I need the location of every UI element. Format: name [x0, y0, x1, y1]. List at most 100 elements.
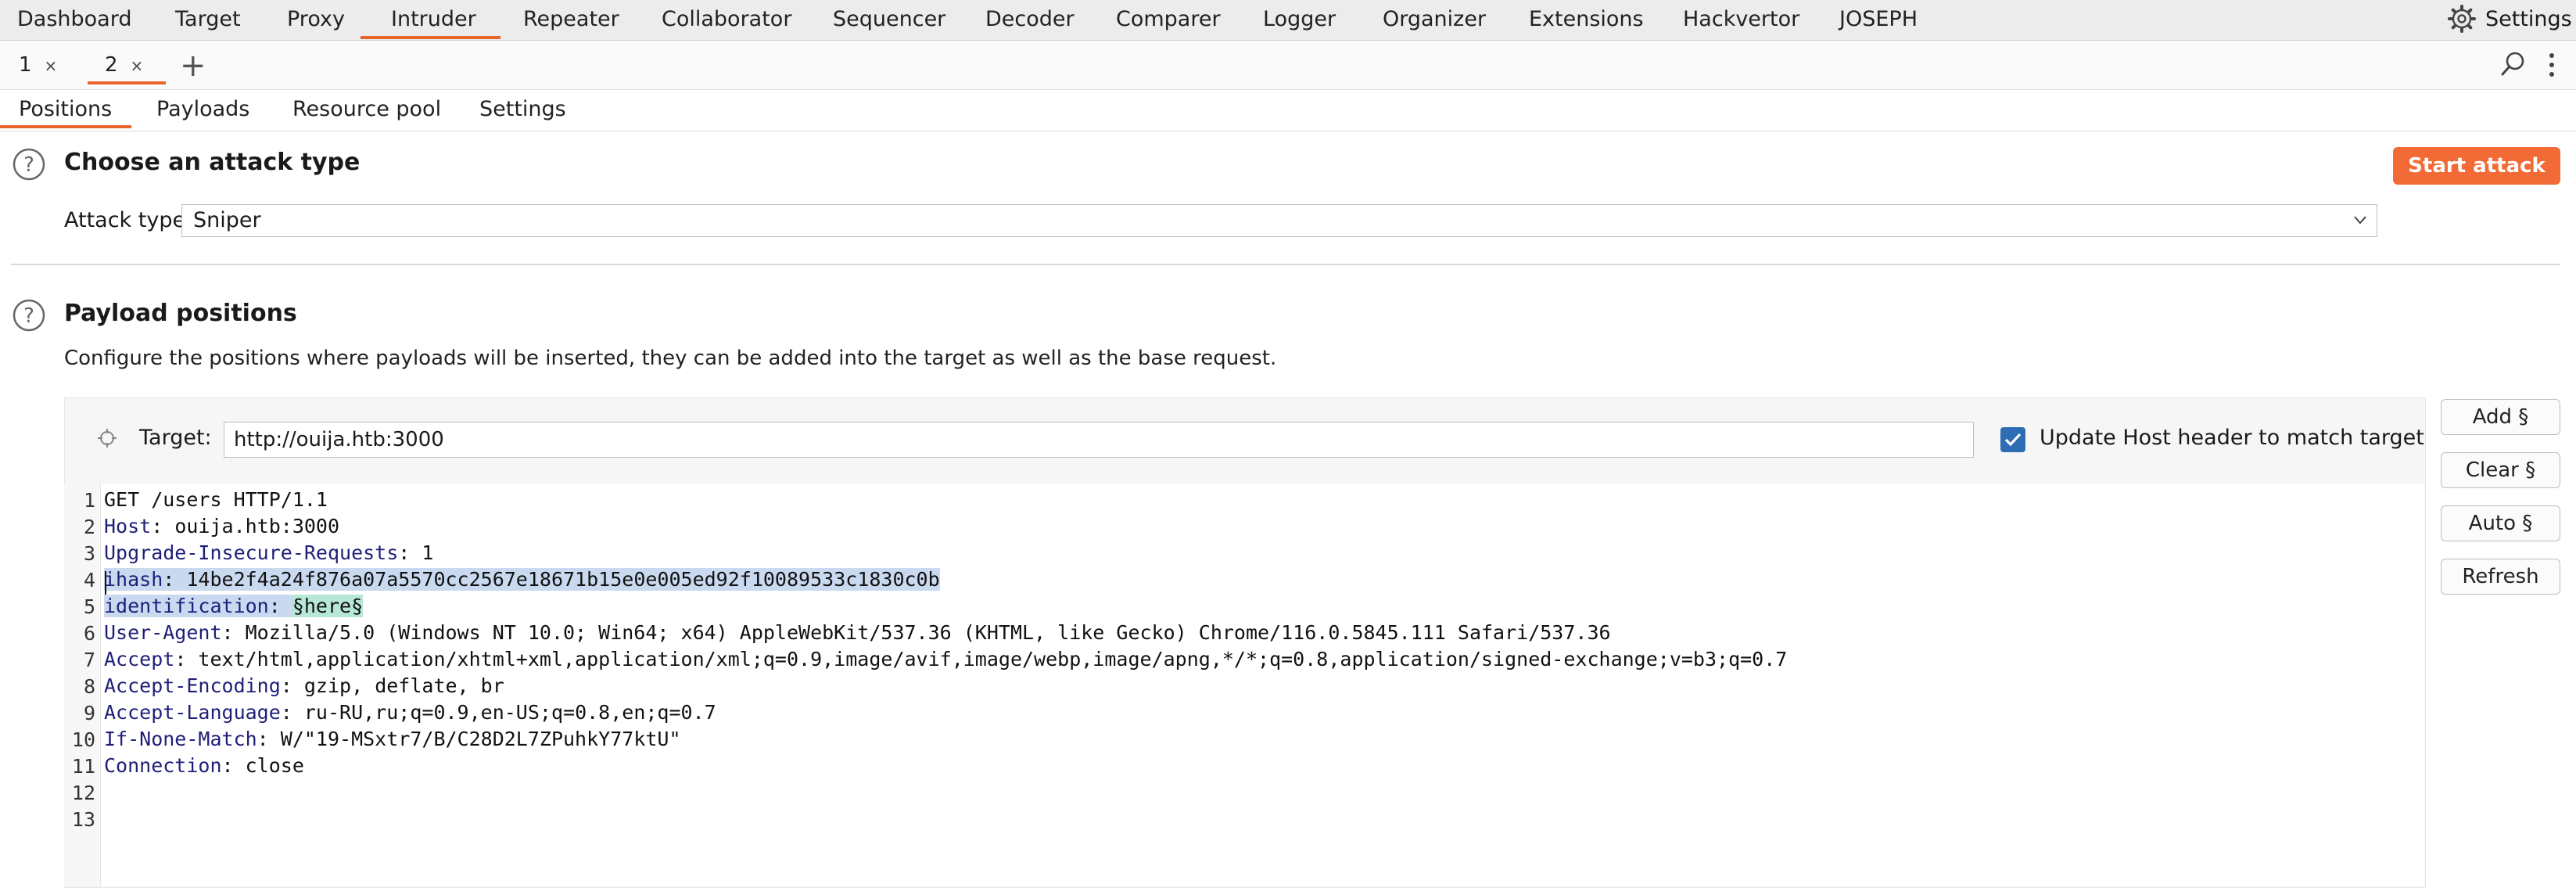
header-name: identification	[104, 595, 269, 617]
svg-text:?: ?	[23, 304, 34, 328]
menu-proxy[interactable]: Proxy	[287, 0, 345, 38]
header-name: Accept-Encoding	[104, 674, 281, 697]
attack-type-select[interactable]: Sniper	[181, 204, 2377, 237]
line-number: 3	[83, 542, 95, 565]
start-attack-button[interactable]: Start attack	[2393, 147, 2560, 185]
request-line: Accept-Encoding: gzip, deflate, br	[104, 673, 504, 699]
attack-type-value: Sniper	[193, 208, 261, 232]
line-number: 1	[83, 489, 95, 512]
auto-markers-button[interactable]: Auto §	[2441, 505, 2560, 541]
tab-label: 1	[19, 53, 32, 77]
line-number: 11	[71, 755, 95, 778]
request-line: identification: §here§	[104, 593, 364, 620]
attack-type-title: Choose an attack type	[64, 149, 361, 176]
menu-repeater[interactable]: Repeater	[523, 0, 619, 38]
subtab-positions[interactable]: Positions	[19, 90, 112, 129]
menu-comparer[interactable]: Comparer	[1116, 0, 1221, 38]
line-number: 10	[71, 728, 95, 751]
request-line: ihash: 14be2f4a24f876a07a5570cc2567e1867…	[104, 566, 940, 593]
line-number: 12	[71, 782, 95, 804]
request-line: Accept-Language: ru-RU,ru;q=0.9,en-US;q=…	[104, 699, 716, 726]
header-value: : Mozilla/5.0 (Windows NT 10.0; Win64; x…	[221, 621, 1611, 644]
menu-extensions[interactable]: Extensions	[1529, 0, 1644, 38]
close-icon[interactable]: ×	[131, 56, 144, 75]
payload-marker[interactable]: §here§	[292, 595, 364, 617]
tab-1[interactable]: 1 ×	[19, 49, 57, 81]
menu-decoder[interactable]: Decoder	[985, 0, 1075, 38]
line-number: 6	[83, 622, 95, 645]
menu-collaborator[interactable]: Collaborator	[662, 0, 791, 38]
line-number: 2	[83, 516, 95, 538]
crosshair-icon	[98, 429, 117, 448]
subtab-settings[interactable]: Settings	[479, 90, 566, 129]
menu-hackvertor[interactable]: Hackvertor	[1683, 0, 1799, 38]
request-line: If-None-Match: W/"19-MSxtr7/B/C28D2L7ZPu…	[104, 726, 681, 753]
refresh-button[interactable]: Refresh	[2441, 559, 2560, 595]
text-caret	[105, 571, 106, 595]
header-value: : close	[221, 754, 304, 777]
menu-dashboard[interactable]: Dashboard	[17, 0, 131, 38]
header-name: Accept-Language	[104, 701, 281, 724]
chevron-down-icon	[2354, 216, 2366, 225]
header-value: : ru-RU,ru;q=0.9,en-US;q=0.8,en;q=0.7	[280, 701, 716, 724]
request-line: Host: ouija.htb:3000	[104, 513, 339, 540]
close-icon[interactable]: ×	[45, 56, 58, 75]
svg-text:?: ?	[23, 153, 34, 177]
active-tab-indicator	[88, 81, 166, 84]
header-name: Connection	[104, 754, 222, 777]
more-options-icon[interactable]	[2546, 52, 2557, 78]
subtab-resource-pool[interactable]: Resource pool	[292, 90, 441, 129]
menu-target[interactable]: Target	[175, 0, 241, 38]
gear-icon[interactable]	[2448, 5, 2476, 33]
attack-type-label: Attack type:	[64, 208, 193, 232]
header-value: : text/html,application/xhtml+xml,applic…	[174, 648, 1788, 670]
target-input[interactable]: http://ouija.htb:3000	[224, 422, 1974, 458]
payload-positions-description: Configure the positions where payloads w…	[64, 347, 1277, 370]
header-value: : 14be2f4a24f876a07a5570cc2567e18671b15e…	[163, 568, 940, 591]
request-line: Connection: close	[104, 753, 304, 779]
header-value: :	[268, 595, 292, 617]
settings-label[interactable]: Settings	[2485, 0, 2572, 38]
request-line: User-Agent: Mozilla/5.0 (Windows NT 10.0…	[104, 620, 1611, 646]
tab-2[interactable]: 2 ×	[105, 49, 143, 81]
menu-intruder[interactable]: Intruder	[391, 0, 476, 38]
add-marker-button[interactable]: Add §	[2441, 399, 2560, 435]
active-subtab-indicator	[0, 125, 131, 128]
active-menu-indicator	[361, 36, 500, 39]
line-number: 13	[71, 808, 95, 831]
header-name: ihash	[104, 568, 163, 591]
tab-bar	[0, 41, 2576, 90]
target-input-value: http://ouija.htb:3000	[234, 428, 444, 451]
header-name: User-Agent	[104, 621, 222, 644]
line-number: 8	[83, 675, 95, 698]
header-value: : 1	[398, 541, 434, 564]
help-icon[interactable]: ?	[13, 148, 45, 181]
menu-organizer[interactable]: Organizer	[1383, 0, 1486, 38]
search-icon[interactable]	[2499, 50, 2528, 78]
menu-sequencer[interactable]: Sequencer	[833, 0, 945, 38]
payload-positions-title: Payload positions	[64, 300, 297, 327]
subtab-payloads[interactable]: Payloads	[156, 90, 249, 129]
header-value: : gzip, deflate, br	[280, 674, 504, 697]
checkmark-icon	[2004, 433, 2022, 447]
header-name: Host	[104, 515, 152, 537]
line-number: 9	[83, 702, 95, 724]
update-host-label[interactable]: Update Host header to match target	[2040, 426, 2424, 450]
menu-joseph[interactable]: JOSEPH	[1839, 0, 1918, 38]
request-line: GET /users HTTP/1.1	[104, 487, 328, 513]
line-number: 7	[83, 649, 95, 671]
header-value: : ouija.htb:3000	[151, 515, 340, 537]
request-line: Upgrade-Insecure-Requests: 1	[104, 540, 433, 566]
help-icon[interactable]: ?	[13, 299, 45, 332]
header-name: Upgrade-Insecure-Requests	[104, 541, 399, 564]
header-value: : W/"19-MSxtr7/B/C28D2L7ZPuhkY77ktU"	[257, 728, 681, 750]
header-name: Accept	[104, 648, 175, 670]
add-tab-button[interactable]: +	[180, 49, 206, 83]
menu-logger[interactable]: Logger	[1263, 0, 1336, 38]
clear-markers-button[interactable]: Clear §	[2441, 452, 2560, 488]
tab-label: 2	[105, 53, 118, 77]
line-number: 5	[83, 595, 95, 618]
request-line: Accept: text/html,application/xhtml+xml,…	[104, 646, 1787, 673]
update-host-checkbox[interactable]	[2000, 427, 2025, 452]
line-number: 4	[83, 569, 95, 591]
